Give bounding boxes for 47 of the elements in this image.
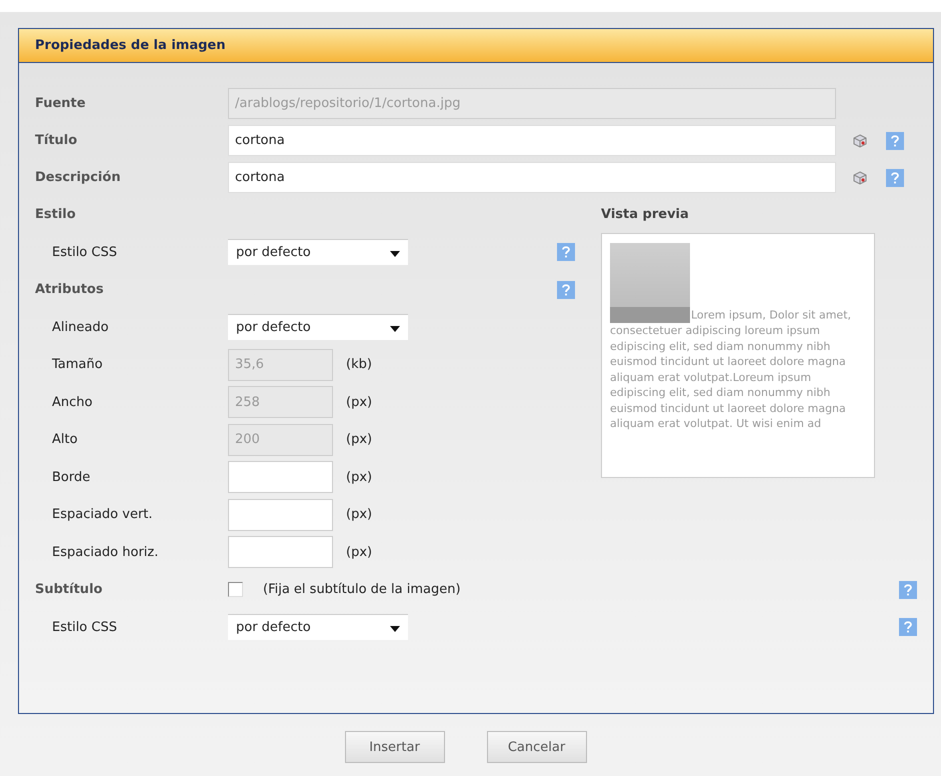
text-field[interactable]: cortona	[228, 162, 836, 193]
field-label: Espaciado horiz.	[51, 544, 160, 560]
unit-label: (px)	[346, 507, 372, 522]
field-label: Alineado	[51, 320, 110, 335]
field-label: Ancho	[51, 394, 94, 410]
help-icon[interactable]	[886, 132, 904, 150]
dialog-title: Propiedades de la imagen	[35, 38, 226, 53]
field-label: Fuente	[35, 96, 87, 111]
text-field[interactable]: cortona	[228, 125, 836, 156]
preview-text: Lorem ipsum, Dolor sit amet, consectetuer adipiscing loreum ipsum edipiscing elit, sed diam nonummy nibh euismod tincidunt ut laoreet dolore magna aliquam erat volutpat.Loreum ipsum edipiscing elit, sed diam nonummy nibh euismod tincidunt ut laoreet dolore magna aliquam erat volutpat. Ut wisi enim ad	[610, 243, 866, 432]
help-icon[interactable]	[557, 280, 575, 299]
number-field[interactable]	[228, 498, 333, 531]
help-icon[interactable]	[886, 168, 904, 186]
number-field[interactable]	[228, 536, 333, 568]
section-heading: Subtítulo	[35, 582, 104, 598]
field-label: Estilo CSS	[51, 620, 118, 635]
field-label: Alto	[51, 432, 79, 448]
align-dropdown[interactable]: por defecto	[228, 314, 408, 340]
field-label: Borde	[51, 470, 92, 485]
field-label: Título	[35, 133, 78, 148]
caret-icon	[390, 251, 400, 258]
cube-icon[interactable]	[852, 132, 868, 148]
caret-icon	[390, 326, 400, 332]
dialog-button[interactable]: Cancelar	[486, 731, 586, 763]
field-label: Estilo CSS	[51, 244, 118, 260]
unit-label: (px)	[346, 470, 372, 485]
section-heading: Atributos	[35, 282, 105, 298]
dialog-button[interactable]: Insertar	[344, 731, 444, 763]
preview-title: Vista previa	[601, 206, 690, 224]
unit-label: (px)	[346, 544, 372, 560]
field-label: Descripción	[35, 170, 122, 185]
cube-icon[interactable]	[852, 170, 868, 186]
caption-style-dropdown[interactable]: por defecto	[228, 614, 408, 640]
help-icon[interactable]	[899, 618, 917, 636]
field-label: Espaciado vert.	[51, 507, 154, 522]
subtitle-checkbox[interactable]	[228, 582, 243, 598]
help-icon[interactable]	[899, 580, 917, 599]
number-field[interactable]	[228, 461, 333, 494]
caret-icon	[390, 626, 400, 632]
section-heading: Estilo	[35, 207, 77, 222]
style-dropdown[interactable]: por defecto	[228, 239, 408, 266]
checkbox-label: (Fija el subtítulo de la imagen)	[263, 582, 461, 598]
field-label: Tamaño	[51, 357, 104, 372]
unit-label: (px)	[346, 394, 372, 410]
unit-label: (kb)	[346, 357, 372, 372]
help-icon[interactable]	[557, 243, 575, 262]
unit-label: (px)	[346, 432, 372, 448]
